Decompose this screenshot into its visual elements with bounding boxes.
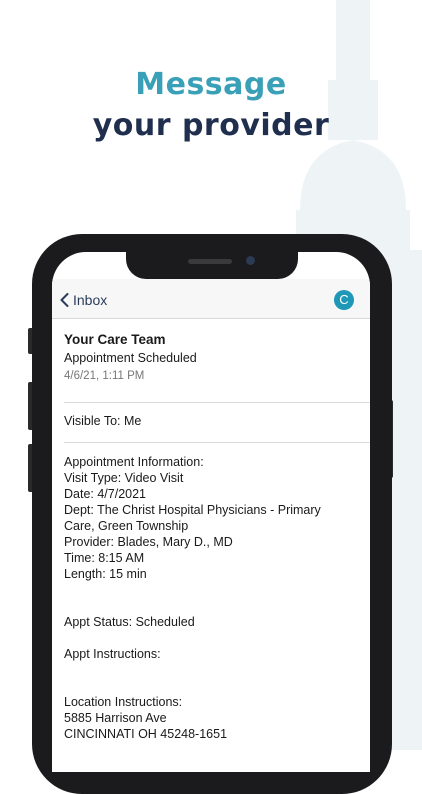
visit-type: Visit Type: Video Visit (64, 471, 184, 485)
location-instructions-header: Location Instructions: (64, 695, 183, 709)
appointment-status: Appt Status: Scheduled (64, 615, 195, 629)
appointment-info-header: Appointment Information: (64, 455, 204, 469)
appointment-instructions: Appt Instructions: (64, 647, 161, 661)
department-line-2: Care, Green Township (64, 519, 189, 533)
chevron-left-icon (60, 293, 69, 307)
visible-to: Visible To: Me (64, 414, 142, 428)
camera-icon (246, 256, 255, 265)
speaker-grille (188, 259, 232, 264)
message-header: Your Care Team Appointment Scheduled 4/6… (64, 330, 362, 385)
message-date: 4/6/21, 1:11 PM (64, 370, 145, 382)
phone-screen: Inbox C Your Care Team Appointment Sched… (52, 252, 370, 772)
avatar[interactable]: C (334, 290, 354, 310)
appointment-length: Length: 15 min (64, 567, 147, 581)
message-sender: Your Care Team (64, 332, 166, 347)
message-subject: Appointment Scheduled (64, 351, 197, 365)
appointment-time: Time: 8:15 AM (64, 551, 145, 565)
divider (64, 442, 370, 443)
headline-message: Message (135, 67, 287, 102)
back-to-inbox-button[interactable]: Inbox (60, 290, 107, 310)
headline-your-provider: your provider (92, 108, 330, 143)
address-line-1: 5885 Harrison Ave (64, 711, 167, 725)
message-body: Appointment Information: Visit Type: Vid… (64, 454, 362, 742)
department-line-1: Dept: The Christ Hospital Physicians - P… (64, 503, 321, 517)
divider (64, 402, 370, 403)
back-label: Inbox (73, 292, 108, 308)
phone-notch (126, 252, 298, 279)
appointment-date: Date: 4/7/2021 (64, 487, 147, 501)
nav-bar: Inbox C (52, 279, 370, 319)
provider: Provider: Blades, Mary D., MD (64, 535, 233, 549)
address-line-2: CINCINNATI OH 45248-1651 (64, 727, 228, 741)
